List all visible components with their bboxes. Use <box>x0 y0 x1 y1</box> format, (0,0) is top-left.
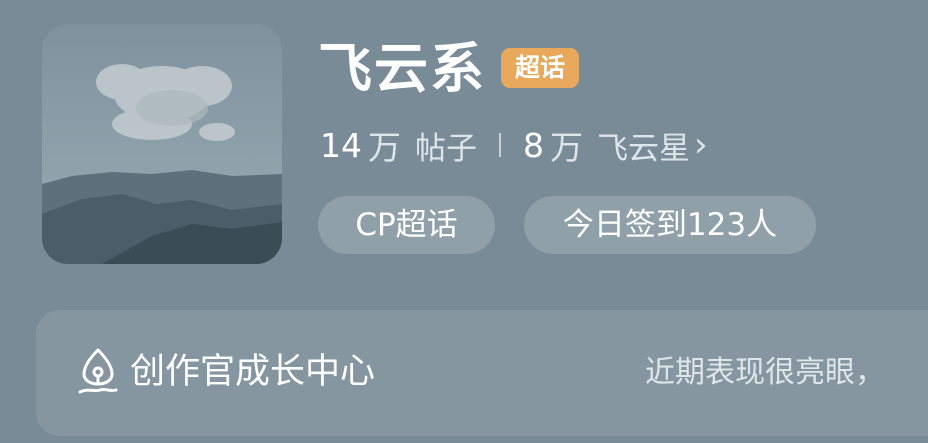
pen-nib-icon <box>78 348 118 394</box>
creator-panel-description: 近期表现很亮眼， <box>645 355 885 390</box>
members-link[interactable]: 8 万 飞云星 › <box>523 121 708 169</box>
topic-title: 飞云系 <box>318 37 486 100</box>
checkin-count-chip[interactable]: 今日签到123人 <box>524 196 816 254</box>
posts-label: 帖子 <box>415 130 477 167</box>
topic-stats: 14 万 帖子 8 万 飞云星 › <box>320 122 708 168</box>
members-count: 8 <box>523 125 544 165</box>
stats-divider <box>499 133 501 157</box>
members-label: 飞云星 <box>597 130 690 167</box>
cloud-mountain-image <box>42 24 282 264</box>
members-count-unit: 万 <box>550 128 583 167</box>
posts-count: 14 <box>320 125 362 165</box>
cp-supertopic-chip[interactable]: CP超话 <box>318 196 495 254</box>
topic-cover-image[interactable] <box>42 24 282 264</box>
chevron-right-icon: › <box>694 125 708 165</box>
supertopic-badge: 超话 <box>501 48 579 88</box>
posts-count-unit: 万 <box>368 128 401 167</box>
creator-panel-title: 创作官成长中心 <box>130 352 376 392</box>
